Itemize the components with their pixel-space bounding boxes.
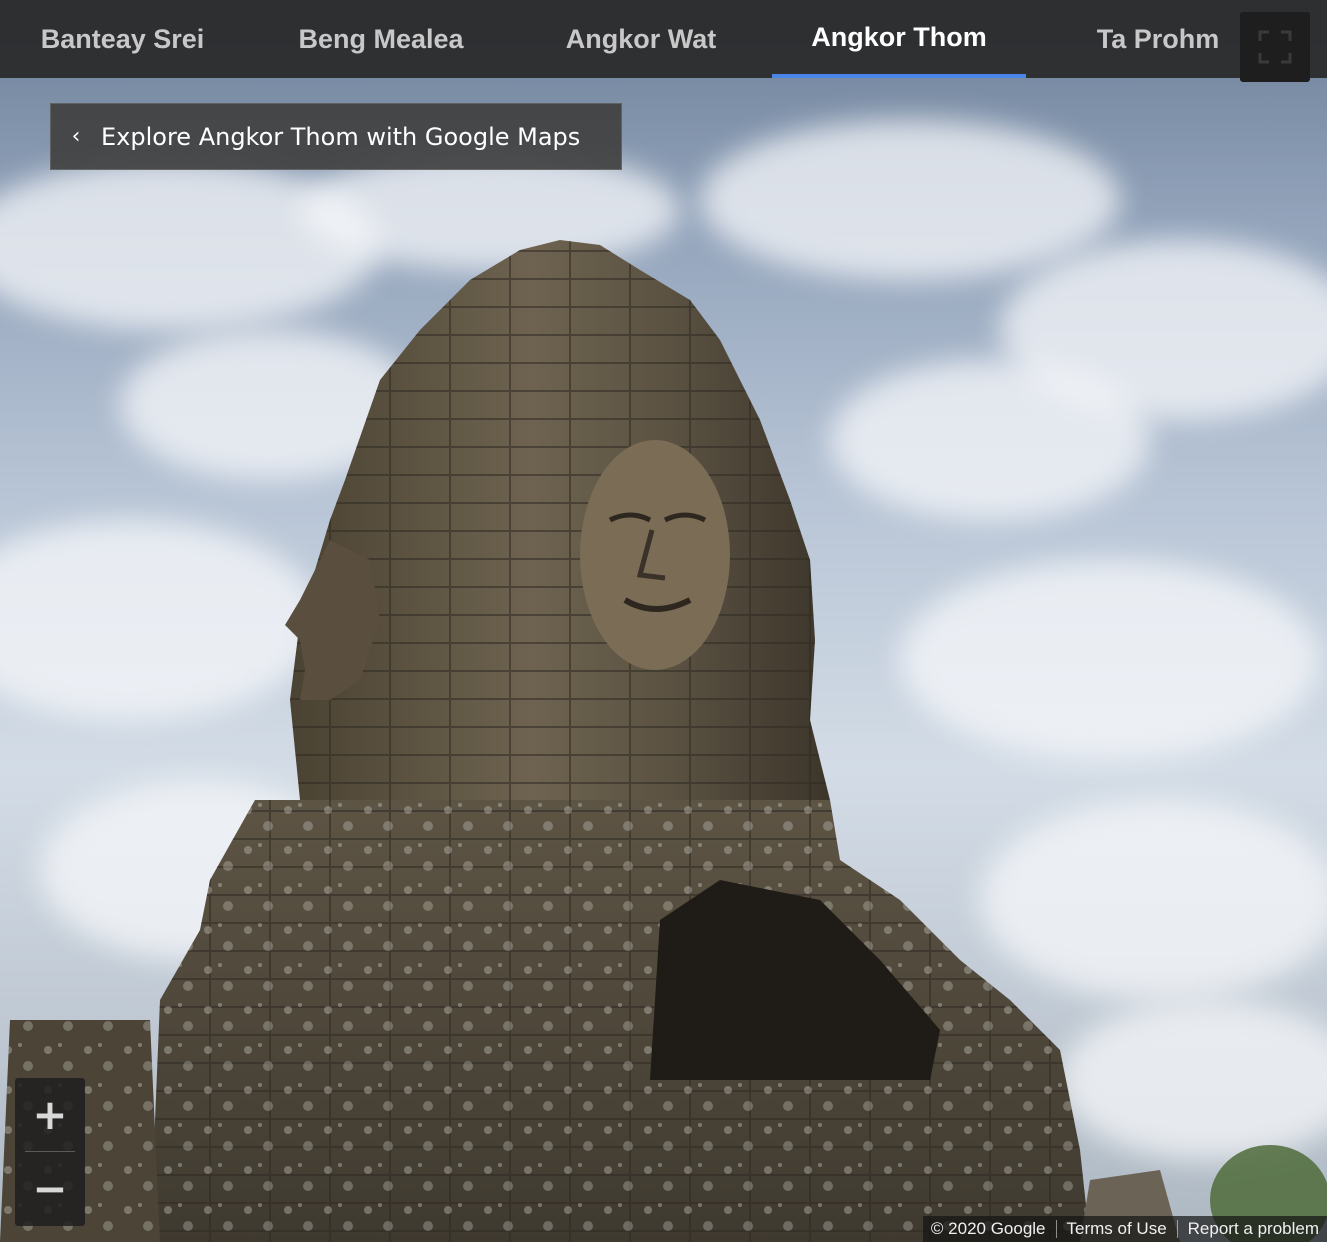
explore-with-google-maps-button[interactable]: ‹ Explore Angkor Thom with Google Maps bbox=[50, 103, 622, 170]
zoom-out-button[interactable]: − bbox=[15, 1152, 85, 1224]
report-problem-link[interactable]: Report a problem bbox=[1188, 1219, 1319, 1239]
footer-divider bbox=[1055, 1220, 1057, 1238]
copyright-text: © 2020 Google bbox=[930, 1219, 1046, 1238]
fullscreen-button[interactable] bbox=[1240, 12, 1310, 82]
zoom-control: + − bbox=[15, 1078, 85, 1226]
tab-label: Beng Mealea bbox=[298, 23, 464, 54]
tab-beng-mealea[interactable]: Beng Mealea bbox=[256, 0, 506, 78]
zoom-in-button[interactable]: + bbox=[15, 1078, 85, 1150]
map-footer: © 2020 Google Terms of Use Report a prob… bbox=[922, 1216, 1327, 1242]
tab-label: Angkor Wat bbox=[565, 23, 717, 54]
fullscreen-icon bbox=[1258, 30, 1292, 64]
tab-label: Angkor Thom bbox=[811, 21, 987, 52]
location-tab-bar: Banteay Srei Beng Mealea Angkor Wat Angk… bbox=[0, 0, 1327, 78]
plus-icon: + bbox=[32, 1089, 68, 1139]
chevron-left-icon: ‹ bbox=[71, 124, 81, 149]
terms-of-use-link[interactable]: Terms of Use bbox=[1067, 1219, 1167, 1239]
bayon-temple-tower bbox=[0, 240, 1327, 1242]
footer-divider bbox=[1176, 1220, 1178, 1238]
tab-label: Ta Prohm bbox=[1096, 23, 1220, 54]
tab-label: Banteay Srei bbox=[40, 23, 205, 54]
tab-angkor-thom[interactable]: Angkor Thom bbox=[772, 0, 1026, 78]
explore-label: Explore Angkor Thom with Google Maps bbox=[101, 122, 581, 151]
minus-icon: − bbox=[32, 1163, 68, 1213]
tab-angkor-wat[interactable]: Angkor Wat bbox=[514, 0, 768, 78]
tab-banteay-srei[interactable]: Banteay Srei bbox=[0, 0, 245, 78]
street-view-panorama[interactable]: Banteay Srei Beng Mealea Angkor Wat Angk… bbox=[0, 0, 1327, 1242]
